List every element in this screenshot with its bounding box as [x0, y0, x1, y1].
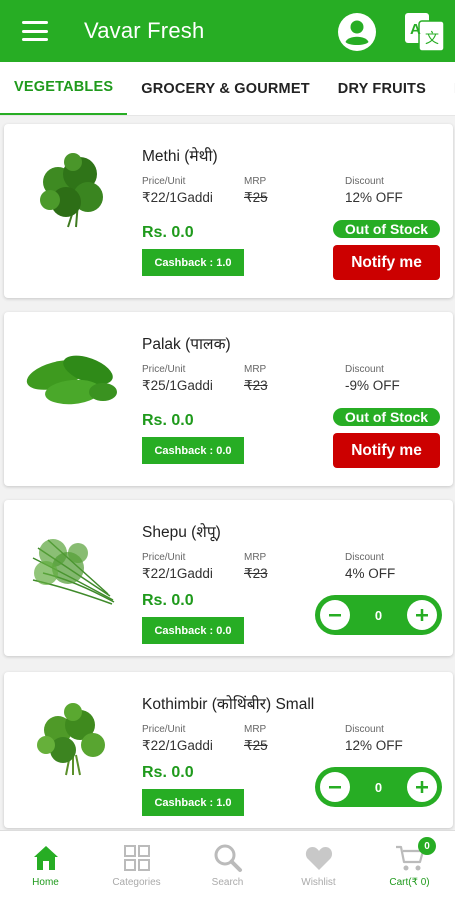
notify-me-button[interactable]: Notify me: [333, 433, 440, 468]
product-price: Rs. 0.0: [142, 764, 194, 781]
mrp-value: ₹25: [244, 738, 268, 753]
price-unit-label: Price/Unit: [142, 724, 186, 735]
mrp-value: ₹23: [244, 566, 268, 581]
price-unit-label: Price/Unit: [142, 176, 186, 187]
search-icon: [214, 844, 242, 872]
discount-label: Discount: [345, 364, 384, 375]
plus-icon: [415, 609, 428, 621]
nav-cart-label: Cart(₹ 0): [389, 877, 430, 888]
nav-home-label: Home: [32, 877, 59, 888]
hamburger-menu-icon[interactable]: [22, 21, 48, 41]
cashback-button[interactable]: Cashback : 0.0: [142, 437, 244, 464]
nav-wishlist[interactable]: Wishlist: [273, 831, 364, 900]
quantity-stepper: 0: [315, 595, 442, 635]
product-image-shepu: [18, 518, 128, 618]
product-name: Methi (मेथी): [142, 148, 218, 165]
app-bar: Vavar Fresh A 文: [0, 0, 455, 62]
quantity-stepper: 0: [315, 767, 442, 807]
nav-categories-label: Categories: [112, 877, 161, 888]
app-title: Vavar Fresh: [84, 18, 205, 43]
out-of-stock-badge: Out of Stock: [333, 220, 440, 238]
nav-wishlist-label: Wishlist: [301, 877, 336, 888]
nav-home[interactable]: Home: [0, 831, 91, 900]
category-tabs: VEGETABLES GROCERY & GOURMET DRY FRUITS …: [0, 62, 455, 116]
product-price: Rs. 0.0: [142, 224, 194, 241]
price-unit-label: Price/Unit: [142, 364, 186, 375]
tab-vegetables[interactable]: VEGETABLES: [0, 62, 128, 115]
quantity-value: 0: [374, 607, 383, 623]
mrp-label: MRP: [244, 176, 267, 187]
plus-icon: [415, 781, 428, 793]
svg-text:A: A: [410, 21, 421, 38]
price-unit-label: Price/Unit: [142, 552, 186, 563]
svg-text:文: 文: [425, 31, 439, 47]
minus-icon: [329, 786, 341, 789]
cashback-button[interactable]: Cashback : 1.0: [142, 789, 244, 816]
notify-me-button[interactable]: Notify me: [333, 245, 440, 280]
nav-search[interactable]: Search: [182, 831, 273, 900]
nav-cart[interactable]: 0 Cart(₹ 0): [364, 831, 455, 900]
product-image-kothimbir: [18, 690, 128, 790]
mrp-label: MRP: [244, 724, 267, 735]
quantity-value: 0: [374, 779, 383, 795]
price-unit-value: ₹22/1Gaddi: [142, 738, 213, 753]
cashback-button[interactable]: Cashback : 0.0: [142, 617, 244, 644]
heart-icon: [305, 847, 332, 870]
translate-icon[interactable]: A 文: [404, 12, 446, 52]
product-image-methi: [18, 142, 128, 242]
cart-count-badge: 0: [418, 837, 436, 855]
mrp-value: ₹23: [244, 378, 268, 393]
product-name: Kothimbir (कोथिंबीर) Small: [142, 696, 315, 713]
product-name: Shepu (शेपू): [142, 524, 221, 541]
cashback-button[interactable]: Cashback : 1.0: [142, 249, 244, 276]
out-of-stock-badge: Out of Stock: [333, 408, 440, 426]
tab-dry-fruits[interactable]: DRY FRUITS: [324, 62, 440, 115]
product-price: Rs. 0.0: [142, 412, 194, 429]
product-image-palak: [18, 330, 128, 430]
mrp-value: ₹25: [244, 190, 268, 205]
product-card[interactable]: Shepu (शेपू) Price/Unit MRP Discount ₹22…: [4, 500, 453, 656]
nav-categories[interactable]: Categories: [91, 831, 182, 900]
product-card[interactable]: Kothimbir (कोथिंबीर) Small Price/Unit MR…: [4, 672, 453, 828]
price-unit-value: ₹22/1Gaddi: [142, 190, 213, 205]
account-circle-icon[interactable]: [337, 12, 377, 52]
tab-grocery-gourmet[interactable]: GROCERY & GOURMET: [127, 62, 324, 115]
price-unit-value: ₹25/1Gaddi: [142, 378, 213, 393]
discount-value: 12% OFF: [345, 738, 403, 753]
mrp-label: MRP: [244, 552, 267, 563]
product-name: Palak (पालक): [142, 336, 231, 353]
discount-label: Discount: [345, 176, 384, 187]
decrement-button[interactable]: [320, 772, 350, 802]
minus-icon: [329, 614, 341, 617]
product-price: Rs. 0.0: [142, 592, 194, 609]
discount-value: 12% OFF: [345, 190, 403, 205]
discount-value: -9% OFF: [345, 378, 400, 393]
price-unit-value: ₹22/1Gaddi: [142, 566, 213, 581]
decrement-button[interactable]: [320, 600, 350, 630]
home-icon: [33, 846, 58, 870]
mrp-label: MRP: [244, 364, 267, 375]
discount-label: Discount: [345, 552, 384, 563]
product-card[interactable]: Methi (मेथी) Price/Unit MRP Discount ₹22…: [4, 124, 453, 298]
increment-button[interactable]: [406, 772, 437, 802]
increment-button[interactable]: [406, 600, 437, 630]
product-card[interactable]: Palak (पालक) Price/Unit MRP Discount ₹25…: [4, 312, 453, 486]
bottom-navigation: Home Categories Search Wishlist 0 Cart(₹…: [0, 830, 455, 900]
discount-value: 4% OFF: [345, 566, 396, 581]
discount-label: Discount: [345, 724, 384, 735]
tab-kitchen[interactable]: KITC: [440, 62, 455, 115]
nav-search-label: Search: [211, 877, 244, 888]
grid-icon: [123, 845, 150, 871]
